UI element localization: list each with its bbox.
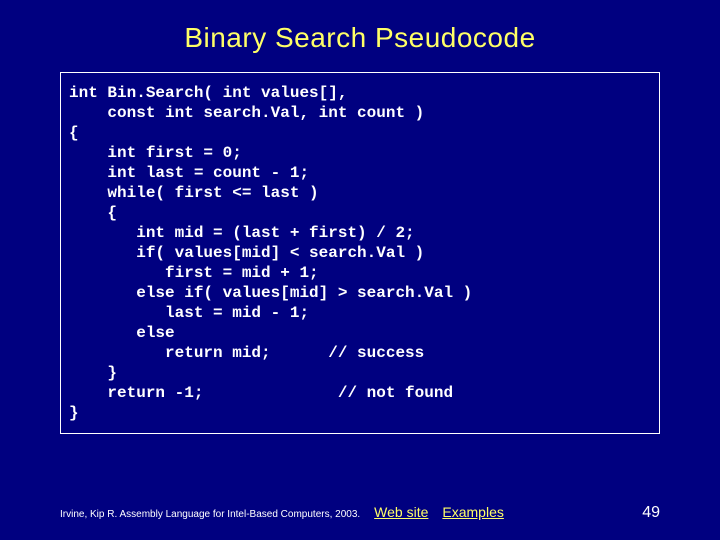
code-box: int Bin.Search( int values[], const int …	[60, 72, 660, 434]
citation-text: Irvine, Kip R. Assembly Language for Int…	[60, 509, 360, 520]
slide: Binary Search Pseudocode int Bin.Search(…	[0, 0, 720, 540]
slide-title: Binary Search Pseudocode	[0, 0, 720, 64]
examples-link[interactable]: Examples	[442, 504, 503, 520]
footer: Irvine, Kip R. Assembly Language for Int…	[60, 504, 660, 522]
page-number: 49	[642, 504, 660, 522]
code-block: int Bin.Search( int values[], const int …	[69, 83, 651, 423]
website-link[interactable]: Web site	[374, 504, 428, 520]
